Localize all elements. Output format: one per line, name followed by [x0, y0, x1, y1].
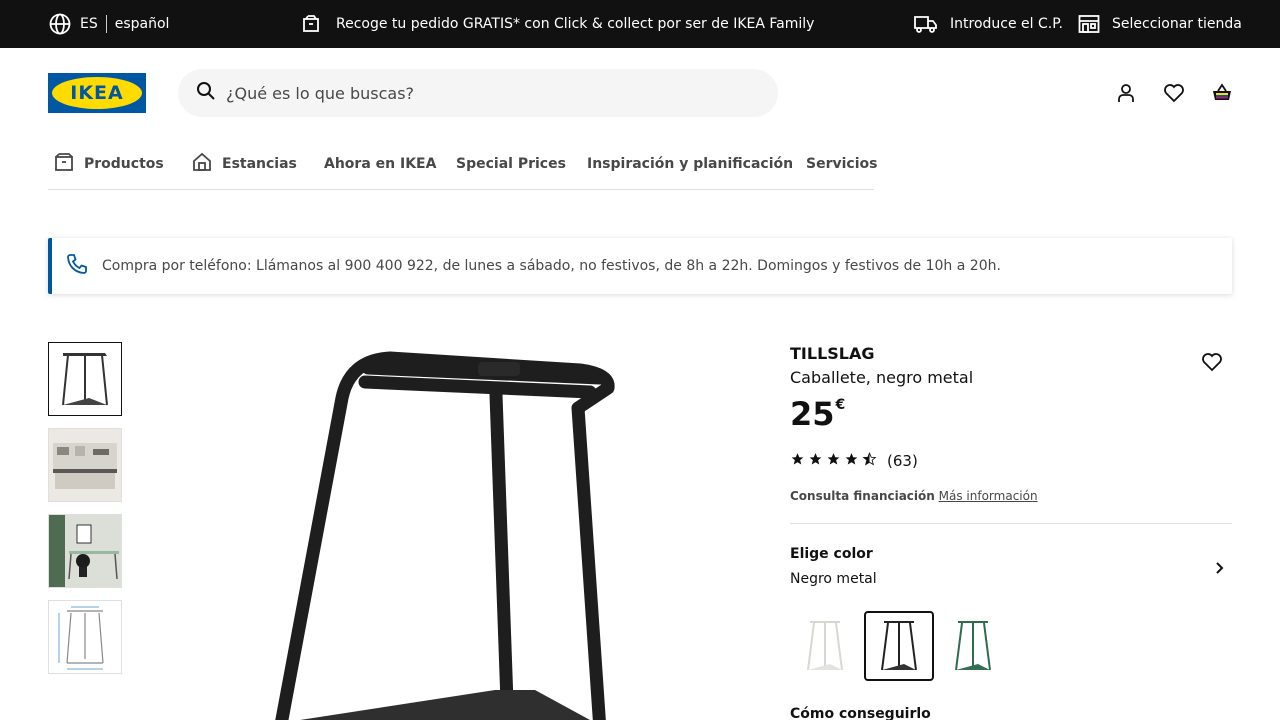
- financing-info: Consulta financiación Más información: [790, 489, 1038, 503]
- color-swatch-green[interactable]: [938, 611, 1008, 681]
- price-integer: 25: [790, 395, 835, 433]
- how-to-get-it-heading: Cómo conseguirlo: [790, 706, 931, 720]
- house-icon: [192, 152, 212, 176]
- color-swatch-black[interactable]: [864, 611, 934, 681]
- office-room-image: [49, 429, 121, 501]
- star-icon: [844, 451, 859, 470]
- search-input[interactable]: [226, 83, 766, 103]
- rating-count: (63): [887, 451, 918, 470]
- language-name: español: [114, 16, 170, 32]
- product-rating[interactable]: (63): [790, 451, 918, 470]
- nav-item-label: Estancias: [222, 156, 297, 172]
- account-icon[interactable]: [1113, 80, 1139, 106]
- nav-item-estancias[interactable]: Estancias: [192, 140, 297, 188]
- nav-item-special-prices[interactable]: Special Prices: [456, 140, 566, 188]
- box-icon: [54, 152, 74, 176]
- rating-stars: [790, 451, 877, 470]
- star-icon: [790, 451, 805, 470]
- language-selector[interactable]: ES español: [48, 0, 169, 48]
- thumbnail-2[interactable]: [48, 428, 122, 502]
- postal-code-button[interactable]: Introduce el C.P.: [914, 0, 1063, 48]
- dimensions-drawing-image: [58, 606, 104, 670]
- promo-text: Recoge tu pedido GRATIS* con Click & col…: [336, 16, 815, 32]
- product-description: Caballete, negro metal: [790, 368, 974, 387]
- chevron-right-icon[interactable]: [1208, 557, 1230, 579]
- choose-color-label: Elige color: [790, 546, 873, 562]
- desk-room-image: [49, 515, 121, 587]
- store-icon: [1078, 14, 1100, 34]
- star-icon: [808, 451, 823, 470]
- nav-item-label: Inspiración y planificación: [587, 156, 794, 172]
- ikea-logo[interactable]: IKEA: [48, 73, 146, 113]
- main-navigation: Productos Estancias Ahora en IKEA Specia…: [48, 140, 877, 190]
- banner-text: Compra por teléfono: Llámanos al 900 400…: [102, 258, 1001, 274]
- nav-item-inspiracion[interactable]: Inspiración y planificación: [587, 140, 793, 188]
- language-code: ES: [80, 15, 107, 33]
- globe-icon: [48, 12, 72, 36]
- top-bar: ES español Recoge tu pedido GRATIS* con …: [0, 0, 1280, 48]
- price-currency: €: [835, 397, 846, 413]
- trestle-thumbnail-image: [62, 353, 108, 406]
- logo-oval: IKEA: [52, 77, 142, 109]
- nav-item-label: Productos: [84, 156, 164, 172]
- finance-label: Consulta financiación: [790, 489, 935, 503]
- postal-code-label: Introduce el C.P.: [950, 16, 1063, 32]
- thumbnail-4[interactable]: [48, 600, 122, 674]
- add-to-favourites-heart-icon[interactable]: [1199, 349, 1225, 375]
- divider: [790, 523, 1232, 524]
- phone-icon: [66, 253, 88, 279]
- color-swatch-white[interactable]: [790, 611, 860, 681]
- select-store-button[interactable]: Seleccionar tienda: [1078, 0, 1242, 48]
- nav-item-label: Special Prices: [456, 156, 566, 172]
- truck-icon: [914, 15, 938, 33]
- phone-order-banner: Compra por teléfono: Llámanos al 900 400…: [48, 238, 1232, 294]
- logo-text: IKEA: [70, 82, 124, 104]
- thumbnail-1[interactable]: [48, 342, 122, 416]
- nav-item-productos[interactable]: Productos: [54, 140, 164, 188]
- search-bar[interactable]: [178, 69, 778, 117]
- nav-item-servicios[interactable]: Servicios: [806, 140, 877, 188]
- half-star-icon: [862, 451, 877, 470]
- product-price: 25 €: [790, 394, 845, 434]
- heart-icon[interactable]: [1161, 80, 1187, 106]
- shopping-bag-icon[interactable]: [1209, 80, 1235, 106]
- selected-color: Negro metal: [790, 571, 877, 587]
- nav-item-label: Ahora en IKEA: [324, 156, 437, 172]
- select-store-label: Seleccionar tienda: [1112, 16, 1242, 32]
- main-product-image: [160, 330, 750, 720]
- nav-item-label: Servicios: [806, 156, 878, 172]
- more-info-link[interactable]: Más información: [939, 489, 1038, 503]
- box-icon: [302, 15, 320, 33]
- product-name[interactable]: TILLSLAG: [790, 344, 875, 363]
- nav-item-ahora-en-ikea[interactable]: Ahora en IKEA: [324, 140, 436, 188]
- click-collect-promo[interactable]: Recoge tu pedido GRATIS* con Click & col…: [302, 0, 814, 48]
- star-icon: [826, 451, 841, 470]
- thumbnail-3[interactable]: [48, 514, 122, 588]
- search-icon[interactable]: [196, 81, 216, 105]
